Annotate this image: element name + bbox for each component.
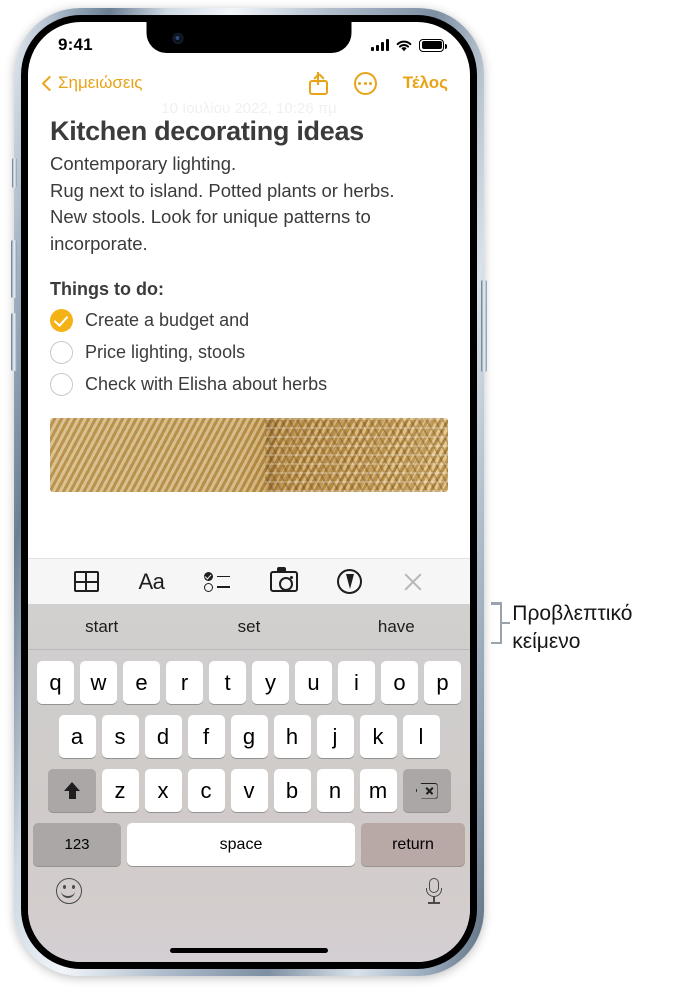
key-b[interactable]: b xyxy=(273,769,311,812)
emoji-smiley-icon[interactable] xyxy=(56,878,82,904)
notch xyxy=(146,22,352,53)
key-y[interactable]: y xyxy=(252,661,289,704)
note-content: 10 Ιουλίου 2022, 10:26 πμ Kitchen decora… xyxy=(28,100,470,492)
chevron-left-icon xyxy=(41,75,58,91)
key-v[interactable]: v xyxy=(230,769,268,812)
markup-pen-icon[interactable] xyxy=(337,569,363,594)
keyboard-row-2: a s d f g h j k l xyxy=(28,715,470,758)
prediction-candidate[interactable]: have xyxy=(323,617,470,637)
format-toolbar: Aa xyxy=(28,558,470,604)
key-a[interactable]: a xyxy=(58,715,96,758)
key-p[interactable]: p xyxy=(424,661,461,704)
battery-icon xyxy=(419,38,447,52)
wifi-icon xyxy=(396,40,412,51)
key-h[interactable]: h xyxy=(273,715,311,758)
key-q[interactable]: q xyxy=(37,661,74,704)
note-paragraph[interactable]: Contemporary lighting. Rug next to islan… xyxy=(50,151,448,257)
list-item-label: Check with Elisha about herbs xyxy=(85,374,328,394)
return-key[interactable]: return xyxy=(361,823,465,866)
key-n[interactable]: n xyxy=(316,769,354,812)
keyboard-row-1: q w e r t y u i o p xyxy=(28,661,470,704)
volume-up-button[interactable] xyxy=(11,240,17,298)
done-button[interactable]: Τέλος xyxy=(403,73,448,93)
note-line: Rug next to island. Potted plants or her… xyxy=(50,179,395,201)
keyboard-row-3: z x c v b n m xyxy=(28,769,470,812)
note-line: Contemporary lighting. xyxy=(50,153,237,174)
note-line: New stools. Look for unique patterns to xyxy=(50,206,371,227)
callout-predictive-text: Προβλεπτικό κείμενο xyxy=(489,600,700,656)
phone-screen: 9:41 Σημειώσεις Τέλος 10 Ιουλίου 2022, 1… xyxy=(28,22,470,962)
predictive-text-bar: start set have xyxy=(28,604,470,650)
home-indicator[interactable] xyxy=(170,948,328,953)
key-x[interactable]: x xyxy=(144,769,182,812)
shift-key[interactable] xyxy=(47,769,96,812)
prediction-candidate[interactable]: set xyxy=(175,617,322,637)
microphone-icon[interactable] xyxy=(426,878,442,904)
backspace-key[interactable] xyxy=(402,769,451,812)
key-w[interactable]: w xyxy=(80,661,117,704)
status-indicators xyxy=(371,38,447,52)
note-attachment-photo[interactable] xyxy=(50,418,448,492)
more-circle-icon[interactable] xyxy=(353,71,377,95)
list-item-label: Price lighting, stools xyxy=(85,342,246,362)
checkbox-unchecked-icon[interactable] xyxy=(50,341,73,364)
key-f[interactable]: f xyxy=(187,715,225,758)
shift-icon xyxy=(63,781,80,800)
key-o[interactable]: o xyxy=(381,661,418,704)
status-time: 9:41 xyxy=(58,35,93,54)
list-item[interactable]: Create a budget and xyxy=(50,309,448,332)
checklist-icon[interactable] xyxy=(204,571,231,592)
cellular-signal-icon xyxy=(371,39,389,51)
backspace-icon xyxy=(415,782,438,799)
key-g[interactable]: g xyxy=(230,715,268,758)
mute-switch-button[interactable] xyxy=(12,158,17,188)
note-line: incorporate. xyxy=(50,232,148,254)
checkbox-checked-icon[interactable] xyxy=(50,309,73,332)
on-screen-keyboard: start set have q w e r t y u i o p a s d… xyxy=(28,604,470,962)
key-l[interactable]: l xyxy=(402,715,440,758)
back-button-label: Σημειώσεις xyxy=(58,73,143,92)
key-s[interactable]: s xyxy=(101,715,139,758)
key-i[interactable]: i xyxy=(338,661,375,704)
list-item[interactable]: Check with Elisha about herbs xyxy=(50,373,448,396)
key-z[interactable]: z xyxy=(101,769,139,812)
front-camera-icon xyxy=(172,33,184,44)
share-icon[interactable] xyxy=(308,71,328,95)
space-key[interactable]: space xyxy=(127,823,355,866)
list-item-label: Create a budget and xyxy=(85,310,250,330)
key-c[interactable]: c xyxy=(187,769,225,812)
back-to-notes-button[interactable]: Σημειώσεις xyxy=(41,73,143,93)
table-icon[interactable] xyxy=(73,571,99,592)
checkbox-unchecked-icon[interactable] xyxy=(50,373,73,396)
key-t[interactable]: t xyxy=(209,661,246,704)
key-d[interactable]: d xyxy=(144,715,182,758)
text-format-icon[interactable]: Aa xyxy=(139,569,165,595)
device-bezel: 9:41 Σημειώσεις Τέλος 10 Ιουλίου 2022, 1… xyxy=(21,15,477,969)
note-subheading: Things to do: xyxy=(50,279,164,299)
volume-down-button[interactable] xyxy=(11,313,17,371)
iphone-device-frame: 9:41 Σημειώσεις Τέλος 10 Ιουλίου 2022, 1… xyxy=(11,8,487,976)
nav-actions: Τέλος xyxy=(308,71,448,95)
camera-icon[interactable] xyxy=(269,567,298,592)
callout-bracket-icon xyxy=(489,602,511,644)
key-k[interactable]: k xyxy=(359,715,397,758)
key-m[interactable]: m xyxy=(359,769,397,812)
key-j[interactable]: j xyxy=(316,715,354,758)
note-title[interactable]: Kitchen decorating ideas xyxy=(50,116,448,147)
key-e[interactable]: e xyxy=(123,661,160,704)
power-button[interactable] xyxy=(481,280,487,372)
key-r[interactable]: r xyxy=(166,661,203,704)
callout-label: Προβλεπτικό κείμενο xyxy=(512,602,633,653)
numbers-key[interactable]: 123 xyxy=(33,823,121,866)
keyboard-row-4: 123 space return xyxy=(28,823,470,866)
key-u[interactable]: u xyxy=(295,661,332,704)
prediction-candidate[interactable]: start xyxy=(28,617,175,637)
close-icon[interactable] xyxy=(402,571,424,593)
screenshot-stage: 9:41 Σημειώσεις Τέλος 10 Ιουλίου 2022, 1… xyxy=(0,0,700,990)
navigation-bar: Σημειώσεις Τέλος xyxy=(28,62,470,104)
list-item[interactable]: Price lighting, stools xyxy=(50,341,448,364)
